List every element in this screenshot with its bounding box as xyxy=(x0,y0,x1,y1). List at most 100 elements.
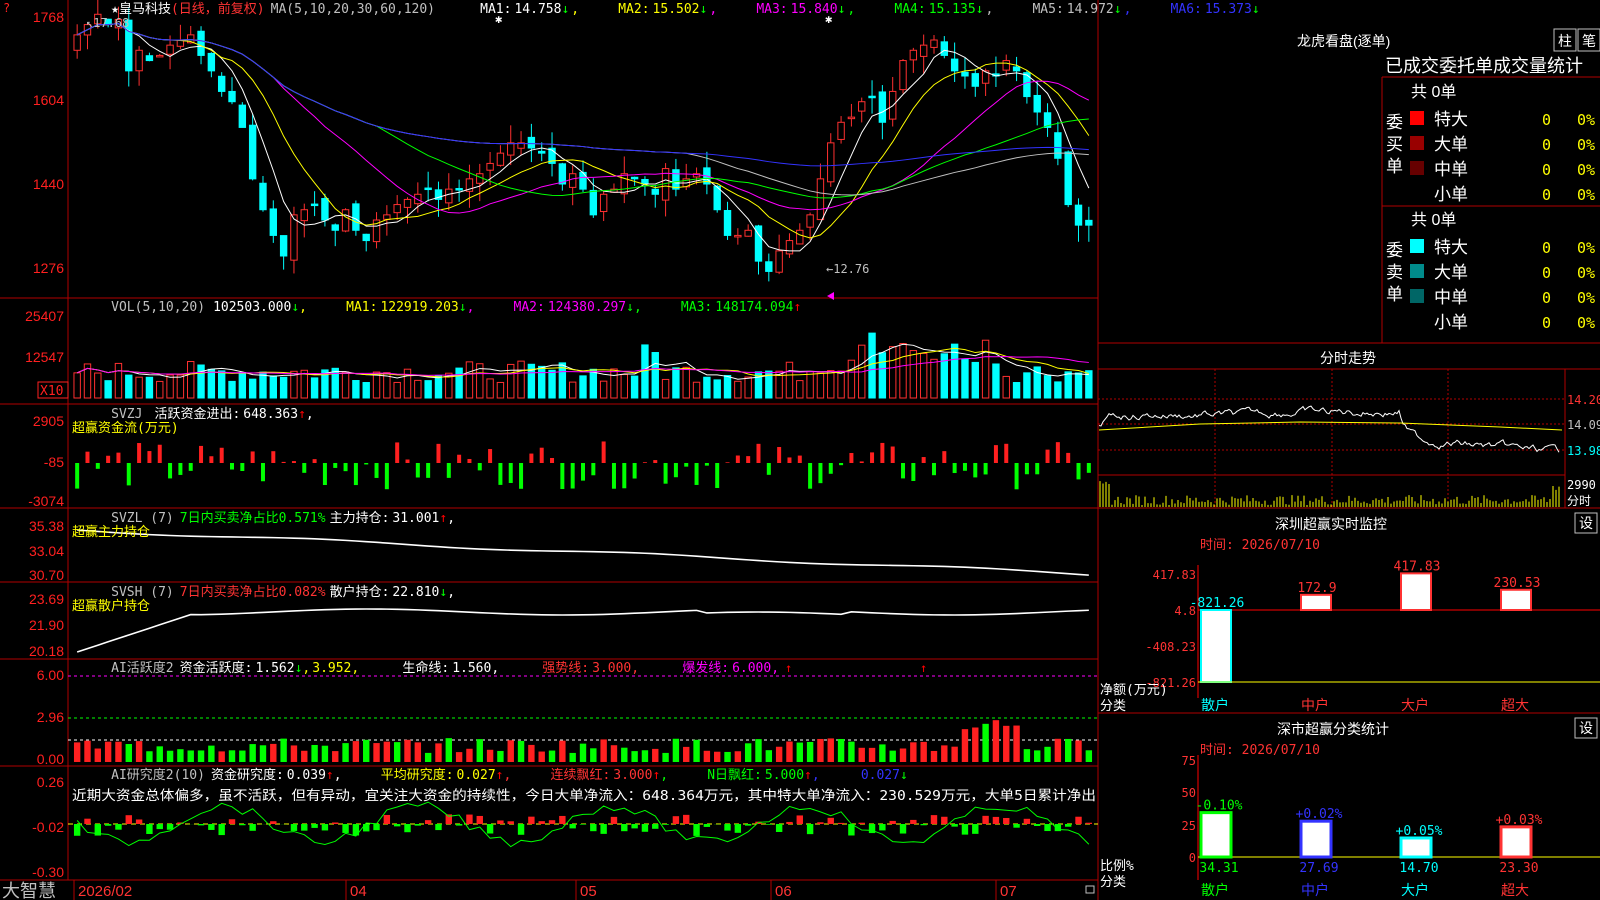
monitor-xlabel: 分类 xyxy=(1100,699,1126,714)
activity-bar xyxy=(899,748,907,762)
stat-time: 时间: 2026/07/10 xyxy=(1200,743,1320,758)
activity-bar xyxy=(259,745,267,762)
activity-bar xyxy=(1003,725,1010,762)
flow-bar xyxy=(539,447,544,463)
monitor-title: 深圳超赢实时监控 xyxy=(1275,516,1387,532)
research-bar xyxy=(239,824,246,826)
svzj-panel[interactable] xyxy=(75,441,1091,490)
research-bar xyxy=(600,824,607,834)
activity-bar xyxy=(424,752,432,762)
activity-bar xyxy=(290,745,298,762)
flow-bar xyxy=(405,459,410,463)
activity-bar xyxy=(1034,750,1041,762)
research-bar xyxy=(290,824,298,831)
flow-bar xyxy=(663,463,668,484)
candle-body xyxy=(961,71,969,77)
stat-panel[interactable]: 75 50 25 0 -0.10% 34.31 散户 +0.02% 27.69 中户 +0.05% 1… xyxy=(1182,754,1600,898)
order-color-swatch xyxy=(1410,239,1424,253)
candle-body xyxy=(1054,132,1062,159)
monitor-bar xyxy=(1300,593,1332,612)
order-color-swatch xyxy=(1410,186,1424,200)
intraday-panel[interactable] xyxy=(1098,369,1565,508)
order-side-label: 委 xyxy=(1386,241,1403,260)
research-bar xyxy=(321,824,329,831)
svzl-panel[interactable] xyxy=(77,529,1089,576)
monitor-panel[interactable]: 417.834.8-408.23-821.26-821.26散户172.9中户4… xyxy=(1145,559,1600,713)
svsh-legend: SVSH (7) 7日内买卖净占比0.082% 散户持仓: 22.810↓, xyxy=(72,584,479,600)
volume-bar xyxy=(847,359,856,399)
current-marker xyxy=(827,292,834,300)
monitor-ytick: -408.23 xyxy=(1145,640,1196,654)
volume-bar xyxy=(630,375,639,399)
activity-bar xyxy=(166,750,174,762)
volume-bar xyxy=(568,381,577,399)
volume-bar xyxy=(166,374,174,399)
flow-bar xyxy=(570,463,575,489)
chart-canvas[interactable]: ✱ ✱ ↑ ↑ 417.834.8-408.23-821.26-821.26散户17… xyxy=(0,0,1600,900)
activity-bar xyxy=(239,750,246,762)
monitor-category: 散户 xyxy=(1201,697,1229,713)
stat-bar xyxy=(1499,825,1533,859)
flow-bar xyxy=(302,463,307,473)
activity-bar xyxy=(683,746,690,762)
activity-bar xyxy=(972,727,979,762)
svsh-panel[interactable] xyxy=(76,608,1089,653)
candle-body xyxy=(73,34,81,51)
flow-bar xyxy=(353,463,358,486)
research-bar xyxy=(332,822,339,824)
candle-body xyxy=(166,44,174,55)
volume-bar xyxy=(362,382,370,399)
volume-bar xyxy=(734,380,742,399)
flow-bar xyxy=(973,463,978,478)
x-tick-label: 2026/02 xyxy=(78,883,132,900)
research-bar xyxy=(466,814,473,824)
candle-body xyxy=(135,49,143,72)
order-row-percent: 0% xyxy=(1577,161,1595,179)
research-bar xyxy=(73,824,81,836)
research-bar xyxy=(569,824,576,829)
monitor-bar-label: 230.53 xyxy=(1494,576,1541,591)
research-bar xyxy=(837,822,845,824)
candle-body xyxy=(197,30,205,56)
x-tick-label: 07 xyxy=(1000,883,1017,900)
x-tick-label: 04 xyxy=(350,883,367,900)
volume-panel[interactable] xyxy=(73,332,1093,399)
research-bar xyxy=(146,824,153,834)
volume-bar xyxy=(589,368,598,399)
order-row-name: 大单 xyxy=(1434,135,1468,154)
volume-bar xyxy=(434,375,443,399)
flow-bar xyxy=(931,463,936,476)
research-bar xyxy=(641,824,649,832)
monitor-bar-label: -821.26 xyxy=(1190,596,1245,611)
order-row-percent: 0% xyxy=(1577,314,1595,332)
activity-bar xyxy=(641,750,649,762)
stock-name: 皇马科技 xyxy=(119,2,171,17)
research-bar xyxy=(941,816,948,824)
activity-bar xyxy=(765,750,773,762)
ai-activity-panel[interactable]: ↑ ↑ xyxy=(68,661,1098,762)
flow-bar xyxy=(859,461,864,463)
price-panel[interactable]: ✱ ✱ xyxy=(73,0,1093,300)
flow-bar xyxy=(581,463,585,481)
activity-bar xyxy=(507,740,514,762)
activity-bar xyxy=(301,750,308,762)
flow-bar xyxy=(890,446,895,463)
candle-body xyxy=(341,209,350,232)
ai-research-panel[interactable] xyxy=(68,801,1098,848)
flow-bar xyxy=(384,463,389,490)
flow-bar xyxy=(260,463,265,482)
stock-mode: (日线，前复权) xyxy=(171,1,265,17)
volume-bar xyxy=(599,380,608,399)
activity-bar xyxy=(817,738,824,762)
order-row-name: 中单 xyxy=(1434,160,1468,179)
candle-body xyxy=(414,193,422,205)
order-row-percent: 0% xyxy=(1577,136,1595,154)
research-bar xyxy=(424,820,432,824)
candle-body xyxy=(331,224,339,231)
research-bar xyxy=(538,821,545,824)
flow-bar xyxy=(797,455,802,463)
research-bar xyxy=(775,824,783,832)
activity-bar xyxy=(476,739,483,762)
activity-bar xyxy=(486,749,494,762)
volume-bar xyxy=(785,361,794,399)
